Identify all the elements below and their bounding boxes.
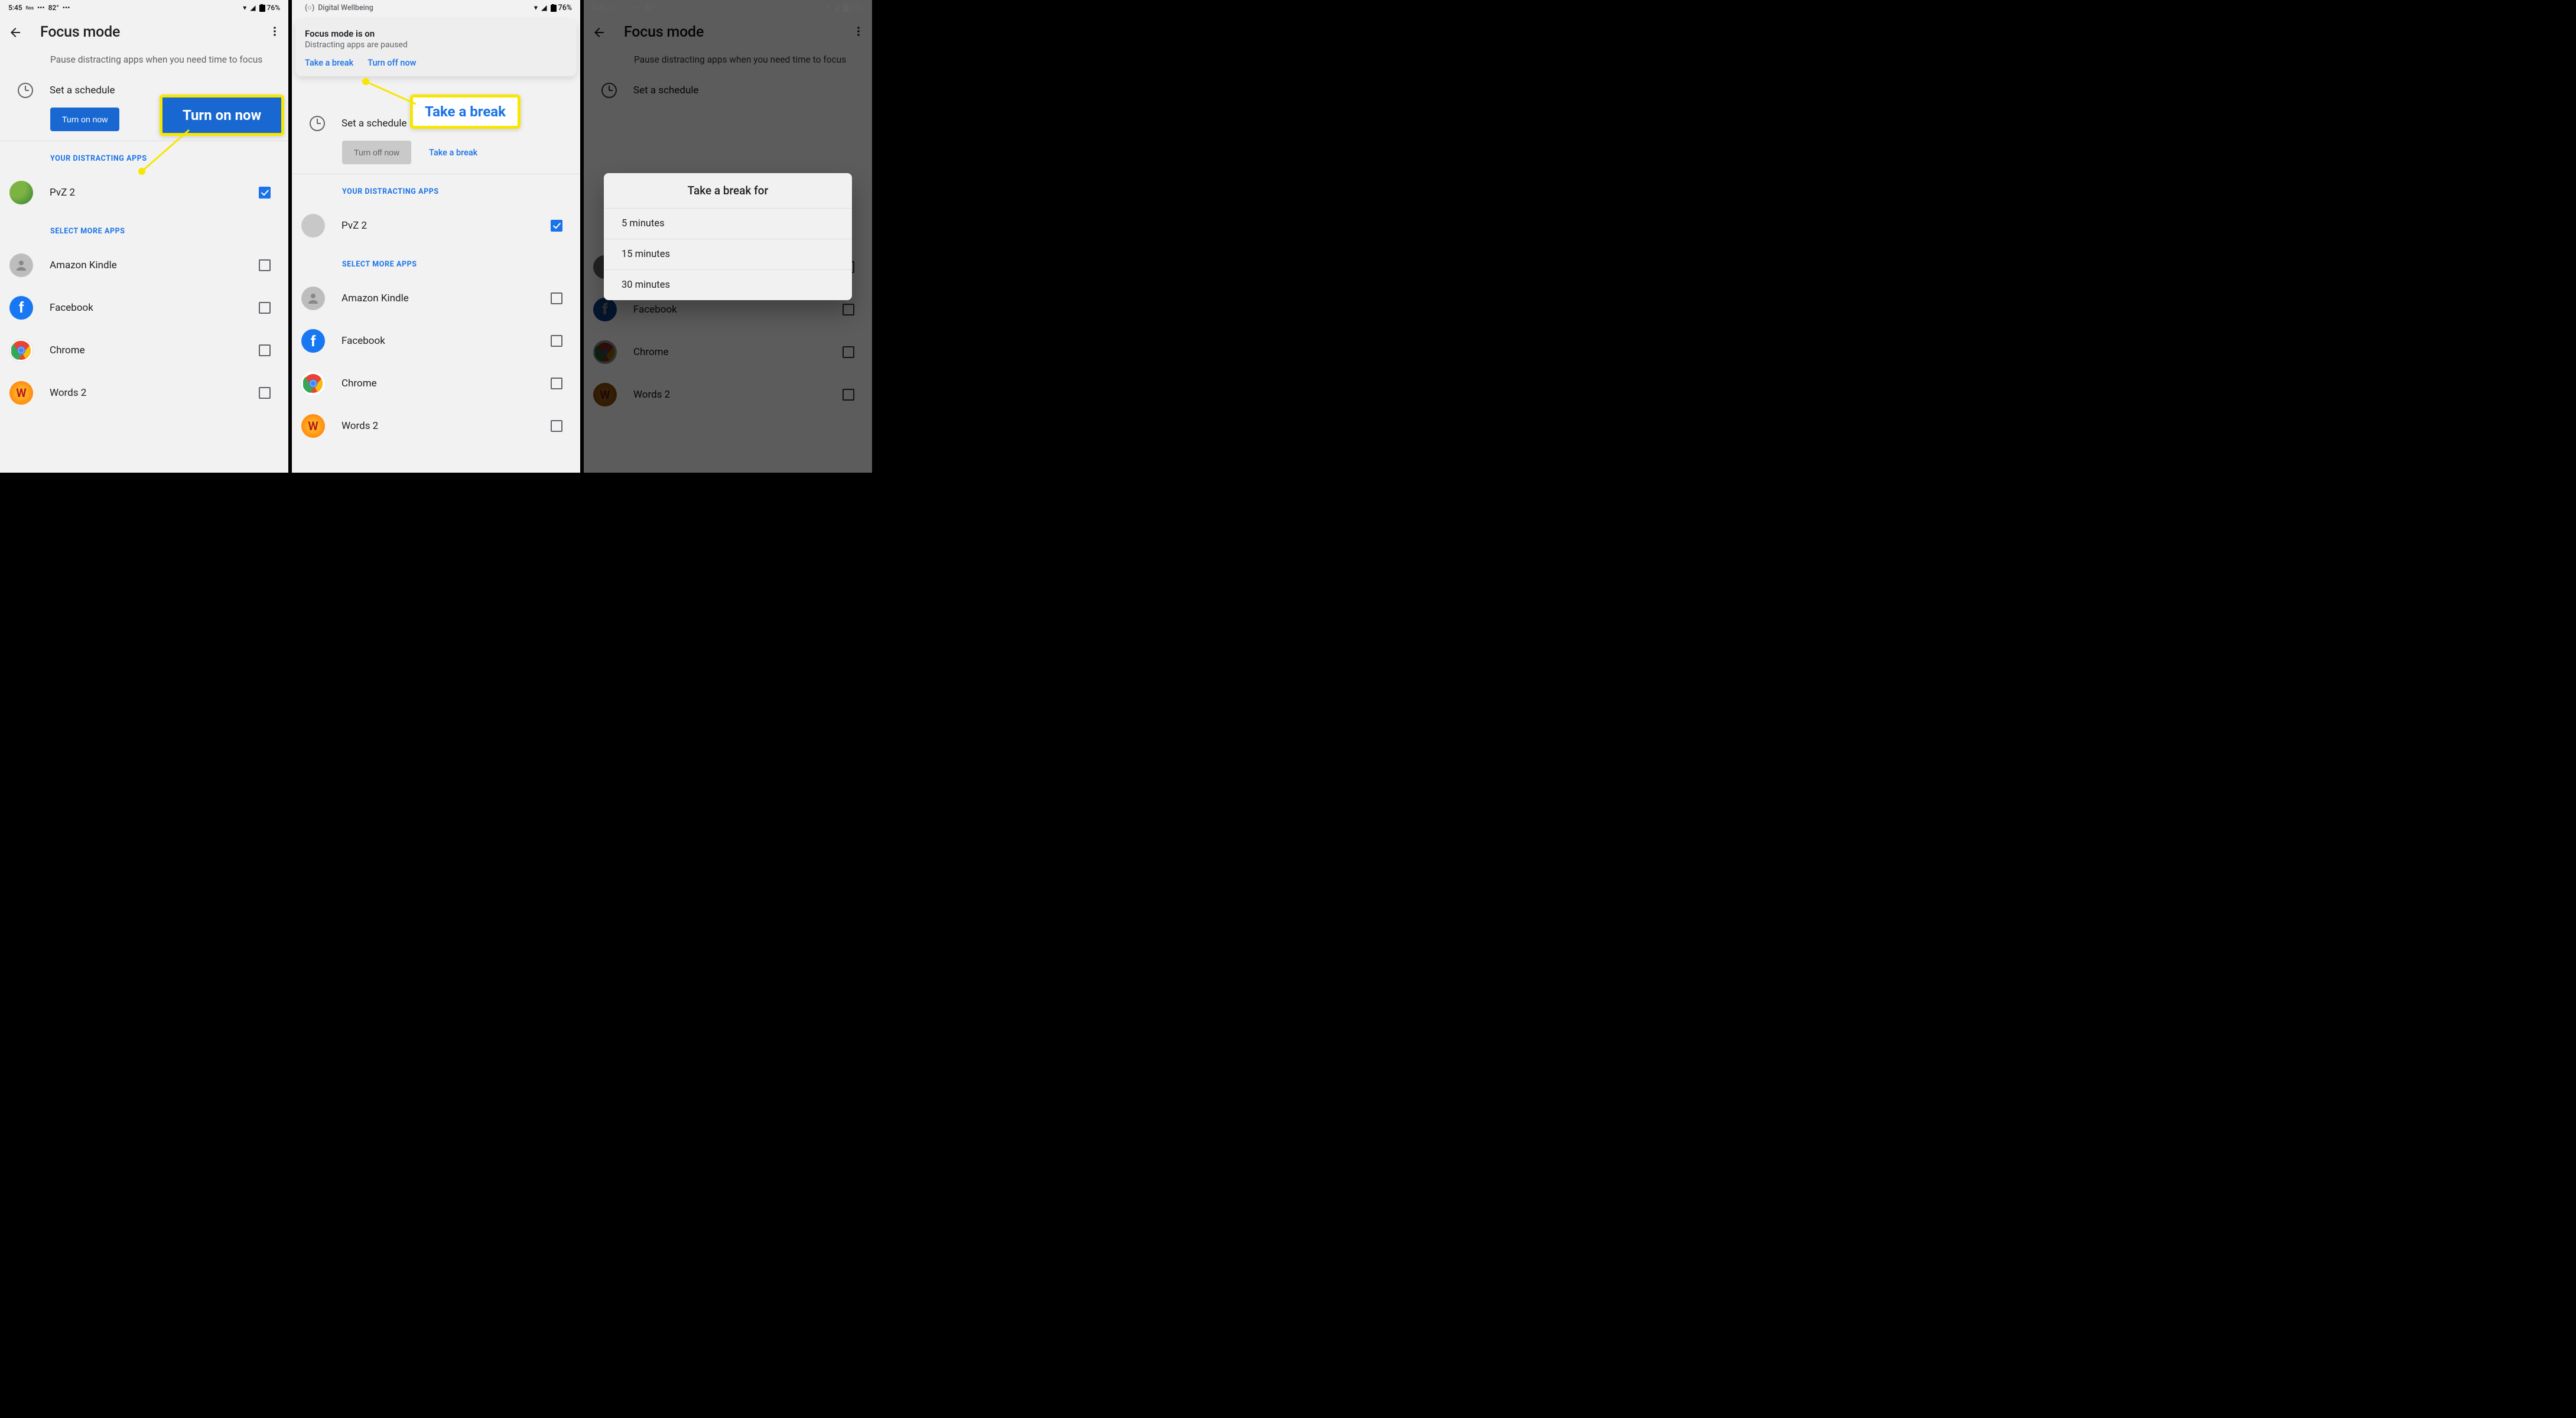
status-carrier: fios	[26, 5, 34, 11]
your-distracting-apps-label: YOUR DISTRACTING APPS	[0, 141, 288, 171]
turn-off-now-button[interactable]: Turn off now	[342, 141, 411, 164]
status-time: 5:45	[8, 4, 22, 12]
app-icon-facebook: f	[9, 296, 33, 320]
panel-break-dialog: 5:45 fios (○) ••• 82° • ▾ ◢ 75%	[584, 0, 872, 473]
app-row[interactable]: f Facebook	[292, 320, 580, 362]
cellular-icon: ◢	[250, 4, 255, 12]
app-checkbox[interactable]	[259, 387, 271, 399]
app-row[interactable]: W Words 2	[0, 372, 288, 414]
turn-on-now-button[interactable]: Turn on now	[50, 108, 119, 131]
app-name: Words 2	[341, 420, 378, 432]
break-option-5min[interactable]: 5 minutes	[604, 208, 852, 239]
app-icon-pvz2	[9, 181, 33, 204]
app-icon-kindle	[9, 253, 33, 277]
status-bar: 5:45 fios ••• 82° ••• ▾ ◢ 76%	[0, 0, 288, 15]
set-schedule-label: Set a schedule	[341, 118, 407, 129]
app-name: Chrome	[50, 344, 85, 356]
wifi-icon: ▾	[243, 4, 246, 12]
app-checkbox[interactable]	[259, 259, 271, 271]
back-button[interactable]	[8, 25, 22, 40]
select-more-apps-label: SELECT MORE APPS	[0, 214, 288, 244]
clock-icon	[310, 116, 325, 131]
app-name: Facebook	[50, 302, 93, 314]
take-break-dialog: Take a break for 5 minutes 15 minutes 30…	[604, 173, 852, 300]
focus-mode-notification[interactable]: Focus mode is on Distracting apps are pa…	[295, 20, 577, 76]
app-row[interactable]: Chrome	[0, 329, 288, 372]
arrow-back-icon	[8, 25, 22, 40]
app-name: Chrome	[341, 378, 377, 389]
app-row[interactable]: Chrome	[292, 362, 580, 405]
dots-icon: •••	[37, 4, 45, 12]
select-more-apps-label: SELECT MORE APPS	[292, 247, 580, 277]
person-icon	[15, 259, 28, 272]
app-icon-chrome	[301, 372, 325, 395]
panel-focus-on: (○) Digital Wellbeing ▾ ◢ 76% Set a sche…	[292, 0, 580, 473]
app-row[interactable]: Amazon Kindle	[0, 244, 288, 287]
focus-indicator-icon: (○)	[305, 4, 314, 12]
dots-icon: •••	[63, 4, 70, 12]
app-name: Facebook	[341, 335, 385, 347]
status-bar: (○) Digital Wellbeing ▾ ◢ 76%	[292, 0, 580, 15]
app-name: PvZ 2	[341, 220, 367, 232]
panel-turn-on: 5:45 fios ••• 82° ••• ▾ ◢ 76% Focus mode…	[0, 0, 288, 473]
break-option-30min[interactable]: 30 minutes	[604, 269, 852, 300]
cellular-icon: ◢	[541, 3, 547, 12]
app-icon-facebook: f	[301, 329, 325, 353]
more-vert-icon	[269, 26, 280, 37]
app-row[interactable]: Amazon Kindle	[292, 277, 580, 320]
notif-subtitle: Distracting apps are paused	[305, 40, 567, 50]
clock-icon	[18, 83, 33, 98]
notif-turn-off-action[interactable]: Turn off now	[367, 58, 416, 68]
page-subtitle: Pause distracting apps when you need tim…	[0, 45, 288, 77]
app-icon-words2: W	[301, 414, 325, 438]
app-checkbox[interactable]	[551, 335, 562, 347]
app-icon-kindle	[301, 287, 325, 310]
callout-turn-on-now: Turn on now	[160, 95, 284, 136]
app-icon-pvz2-paused	[301, 214, 325, 238]
app-checkbox[interactable]	[551, 292, 562, 304]
page-title: Focus mode	[40, 24, 120, 41]
wifi-icon: ▾	[534, 3, 538, 12]
notif-title: Focus mode is on	[305, 28, 567, 39]
app-row-pvz2[interactable]: PvZ 2	[292, 204, 580, 247]
app-checkbox[interactable]	[551, 378, 562, 389]
status-app-name: Digital Wellbeing	[318, 4, 373, 12]
battery-indicator: 76%	[551, 4, 572, 12]
notif-take-break-action[interactable]: Take a break	[305, 58, 353, 68]
app-checkbox[interactable]	[259, 344, 271, 356]
break-option-15min[interactable]: 15 minutes	[604, 239, 852, 269]
app-checkbox[interactable]	[551, 220, 562, 232]
app-icon-chrome	[9, 339, 33, 362]
app-checkbox[interactable]	[259, 302, 271, 314]
app-name: Amazon Kindle	[341, 292, 409, 304]
app-row[interactable]: W Words 2	[292, 405, 580, 447]
overflow-menu[interactable]	[269, 25, 280, 40]
callout-take-a-break: Take a break	[410, 95, 521, 129]
battery-indicator: 76%	[259, 4, 280, 12]
take-a-break-link[interactable]: Take a break	[429, 148, 477, 158]
app-name: PvZ 2	[50, 187, 75, 199]
app-name: Words 2	[50, 387, 86, 399]
dialog-title: Take a break for	[604, 173, 852, 208]
app-row-pvz2[interactable]: PvZ 2	[0, 171, 288, 214]
app-name: Amazon Kindle	[50, 259, 117, 271]
set-schedule-label: Set a schedule	[50, 84, 115, 96]
chrome-icon	[11, 340, 31, 360]
app-icon-words2: W	[9, 381, 33, 405]
app-checkbox[interactable]	[259, 187, 271, 199]
app-checkbox[interactable]	[551, 420, 562, 432]
status-temp: 82°	[48, 4, 59, 12]
header: Focus mode	[0, 15, 288, 45]
app-row[interactable]: f Facebook	[0, 287, 288, 329]
your-distracting-apps-label: YOUR DISTRACTING APPS	[292, 174, 580, 204]
